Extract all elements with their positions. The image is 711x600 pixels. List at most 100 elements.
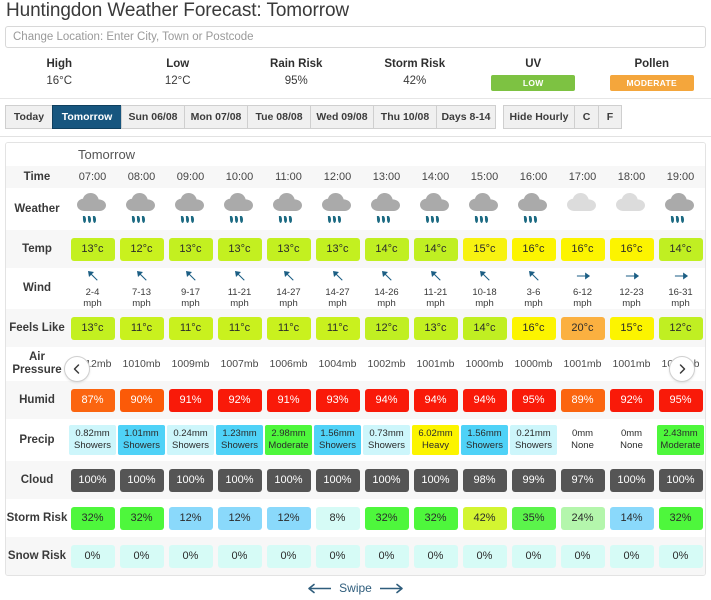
- chevron-left-icon: [73, 364, 80, 374]
- snow-risk-cell-chip: 0%: [315, 544, 360, 568]
- rain-cloud-icon: [174, 192, 208, 224]
- time-cell: 13:00: [372, 171, 401, 183]
- row-label-storm-risk: Storm Risk: [6, 511, 68, 524]
- precip-chip: 0.82mm Showers: [69, 425, 116, 455]
- rain-cloud-icon: [370, 192, 404, 224]
- cloud-cell-chip: 98%: [462, 468, 507, 492]
- precip-cell: 2.98mm Moderate: [264, 419, 313, 461]
- humidity-cell-chip: 94%: [462, 388, 507, 412]
- raindrops-icon: [327, 215, 341, 223]
- summary-cell: Storm Risk 42%: [356, 56, 475, 90]
- humidity-cell: 95%: [509, 381, 558, 419]
- storm-risk-cell: 12%: [215, 499, 264, 537]
- location-search-input[interactable]: [5, 26, 706, 48]
- precip-chip: 1.01mm Showers: [118, 425, 165, 455]
- time-cell: 12:00: [323, 171, 352, 183]
- cloud-icon: [615, 192, 649, 224]
- time-cell: 18:00: [617, 171, 646, 183]
- precip-chip: 0.24mm Showers: [167, 425, 214, 455]
- snow-risk-cell: 0%: [362, 537, 411, 575]
- feels-like-cell: 12°c: [656, 309, 705, 347]
- wind-cell: 16-31 mph: [656, 268, 705, 309]
- storm-risk-cell: 32%: [362, 499, 411, 537]
- scroll-next-button[interactable]: [669, 356, 695, 382]
- cloud-cell-chip: 97%: [560, 468, 605, 492]
- tab-f[interactable]: F: [598, 105, 622, 129]
- snow-risk-cell: 0%: [215, 537, 264, 575]
- tab-tomorrow[interactable]: Tomorrow: [52, 105, 121, 129]
- precip-amount: 0mm: [620, 428, 643, 439]
- weather-cell: [362, 188, 411, 230]
- snow-risk-cell: 0%: [460, 537, 509, 575]
- air-pressure-cell: 1001mb: [416, 358, 455, 370]
- cloud-cell: 100%: [264, 461, 313, 499]
- wind-speed-label: 11-21 mph: [423, 287, 448, 309]
- tab-thu-10-08[interactable]: Thu 10/08: [373, 105, 436, 129]
- temp-cell-chip: 14°c: [413, 237, 458, 261]
- humidity-cell-chip: 91%: [168, 388, 213, 412]
- time-cell: 07:00: [78, 171, 107, 183]
- forecast-row: Humid 87% 90% 91% 92% 91% 93% 94% 94% 94% 95% 89% 92…: [6, 381, 705, 419]
- row-label-precip: Precip: [19, 433, 55, 446]
- air-pressure-cell: 1000mb: [514, 358, 553, 370]
- cloud-cell-chip: 100%: [315, 468, 360, 492]
- air-pressure-cell: 1001mb: [563, 358, 602, 370]
- precip-type: Showers: [466, 440, 503, 451]
- scroll-prev-button[interactable]: [64, 356, 90, 382]
- tab-tue-08-08[interactable]: Tue 08/08: [247, 105, 310, 129]
- storm-risk-cell-chip: 12%: [168, 506, 213, 530]
- wind-direction-arrow-icon: [428, 268, 444, 287]
- tab-today[interactable]: Today: [5, 105, 52, 129]
- time-cell: 15:00: [470, 171, 499, 183]
- storm-risk-cell: 32%: [117, 499, 166, 537]
- wind-speed-label: 6-12 mph: [572, 287, 592, 309]
- precip-chip: 0mm None: [559, 425, 606, 455]
- feels-like-cell: 13°c: [411, 309, 460, 347]
- raindrops-icon: [82, 215, 96, 223]
- precip-amount: 1.01mm: [124, 428, 159, 439]
- tab-mon-07-08[interactable]: Mon 07/08: [184, 105, 247, 129]
- raindrops-icon: [474, 215, 488, 223]
- precip-cell: 6.02mm Heavy: [411, 419, 460, 461]
- wind-speed-label: 2-4 mph: [83, 287, 102, 309]
- air-pressure-cell: 1009mb: [171, 358, 210, 370]
- feels-like-cell-chip: 12°c: [658, 316, 703, 340]
- storm-risk-cell-chip: 32%: [119, 506, 164, 530]
- weather-cell: [607, 188, 656, 230]
- tab-sun-06-08[interactable]: Sun 06/08: [121, 105, 184, 129]
- wind-direction-arrow-icon: [673, 268, 689, 287]
- wind-cell: 11-21 mph: [215, 268, 264, 309]
- tab-c[interactable]: C: [574, 105, 598, 129]
- precip-chip: 0.73mm Showers: [363, 425, 410, 455]
- tab-days-8-14[interactable]: Days 8-14: [436, 105, 496, 129]
- precip-amount: 0.21mm: [516, 428, 551, 439]
- wind-speed-label: 11-21 mph: [227, 287, 252, 309]
- precip-cell: 0.82mm Showers: [68, 419, 117, 461]
- temp-cell: 13°c: [264, 230, 313, 268]
- precip-amount: 2.98mm: [271, 428, 306, 439]
- rain-cloud-icon: [664, 192, 698, 224]
- storm-risk-cell-chip: 8%: [315, 506, 360, 530]
- cloud-cell: 97%: [558, 461, 607, 499]
- tab-wed-09-08[interactable]: Wed 09/08: [310, 105, 373, 129]
- snow-risk-cell: 0%: [313, 537, 362, 575]
- arrow-left-icon: [308, 583, 332, 593]
- feels-like-cell-chip: 11°c: [217, 316, 262, 340]
- precip-amount: 1.56mm: [320, 428, 355, 439]
- wind-cell: 9-17 mph: [166, 268, 215, 309]
- precip-chip: 0mm None: [608, 425, 655, 455]
- snow-risk-cell: 0%: [656, 537, 705, 575]
- tab-hide-hourly[interactable]: Hide Hourly: [503, 105, 574, 129]
- precip-cell: 1.23mm Showers: [215, 419, 264, 461]
- precip-type: Moderate: [660, 440, 701, 451]
- precip-amount: 6.02mm: [418, 428, 453, 439]
- summary-badge: LOW: [491, 75, 576, 91]
- wind-direction-arrow-icon: [134, 268, 150, 287]
- raindrops-icon: [180, 215, 194, 223]
- forecast-row: Air Pressure 1012mb 1010mb 1009mb 1007mb 1006…: [6, 347, 705, 381]
- humidity-cell-chip: 94%: [413, 388, 458, 412]
- temp-cell: 14°c: [362, 230, 411, 268]
- page-title: Huntingdon Weather Forecast: Tomorrow: [6, 0, 350, 21]
- snow-risk-cell: 0%: [607, 537, 656, 575]
- temp-cell: 14°c: [411, 230, 460, 268]
